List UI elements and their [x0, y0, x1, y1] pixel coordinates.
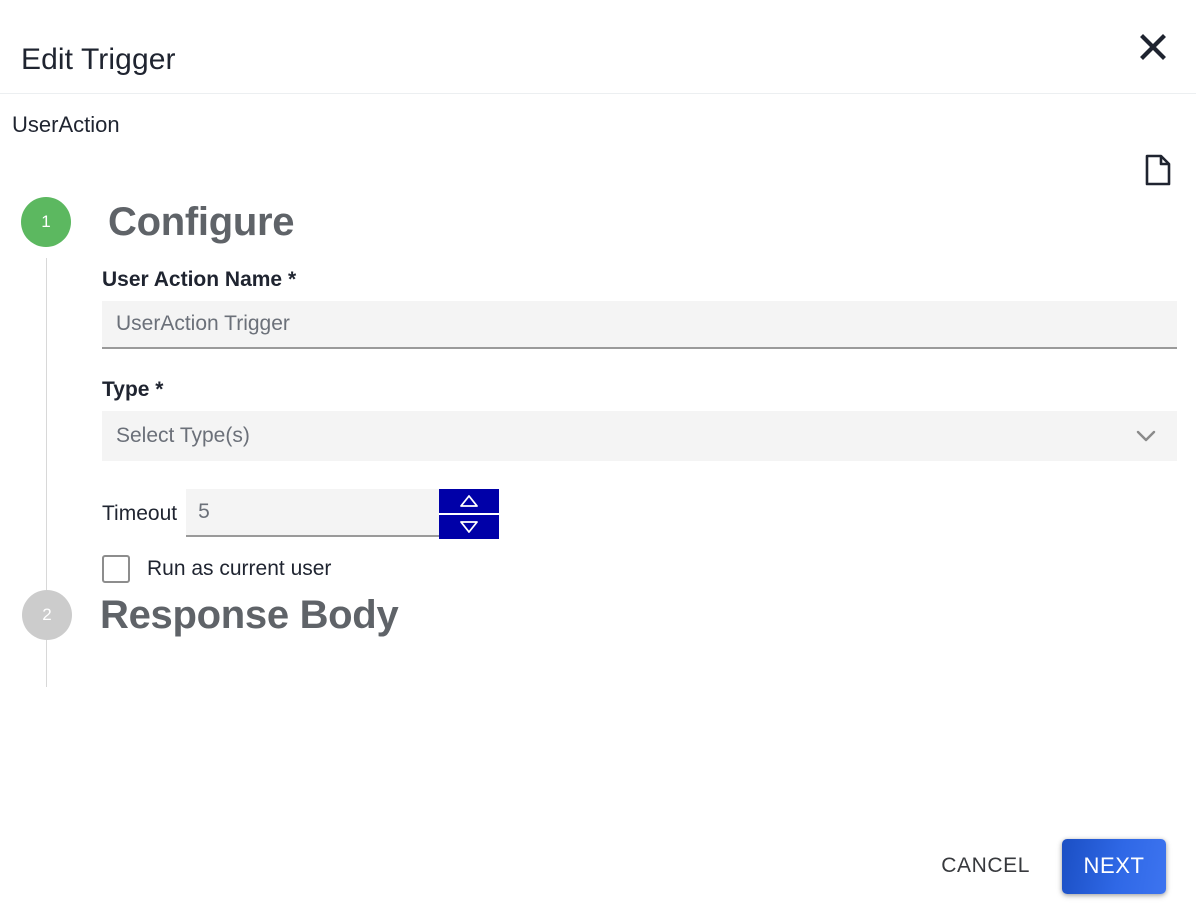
step-label-configure: Configure — [108, 200, 295, 244]
trigger-name: UserAction — [12, 112, 120, 137]
timeout-decrement-button[interactable] — [439, 515, 500, 539]
timeout-input[interactable] — [186, 489, 440, 537]
type-field-block: Type * Select Type(s) — [102, 377, 1196, 461]
next-button[interactable]: NEXT — [1062, 838, 1166, 894]
run-as-current-user-row: Run as current user — [102, 555, 1196, 583]
user-action-name-label: User Action Name * — [102, 268, 297, 291]
triangle-up-icon — [458, 494, 480, 508]
edit-trigger-dialog: Edit Trigger UserAction 1 Configure User… — [0, 0, 1196, 916]
chevron-down-icon[interactable] — [1133, 423, 1159, 449]
document-icon — [1144, 154, 1172, 186]
run-as-current-user-label: Run as current user — [147, 557, 332, 580]
type-select-value[interactable]: Select Type(s) — [102, 411, 1177, 461]
page-title: Edit Trigger — [21, 43, 176, 76]
timeout-label: Timeout — [102, 502, 178, 525]
timeout-stepper — [186, 489, 500, 539]
triangle-down-icon — [458, 520, 480, 534]
step-configure[interactable]: 1 Configure — [21, 196, 1196, 248]
close-button[interactable] — [1128, 22, 1178, 72]
timeout-spinner-buttons — [439, 489, 500, 539]
step-badge-1: 1 — [21, 197, 71, 247]
timeout-increment-button[interactable] — [439, 489, 500, 515]
document-button[interactable] — [1138, 150, 1178, 190]
close-icon — [1137, 31, 1169, 63]
document-icon-row — [0, 148, 1196, 196]
dialog-footer: CANCEL NEXT — [0, 816, 1196, 916]
user-action-name-field-block: User Action Name * — [102, 267, 1196, 349]
step-response-body[interactable]: 2 Response Body — [22, 589, 1196, 641]
dialog-header: Edit Trigger — [0, 0, 1196, 94]
step-number-1: 1 — [41, 212, 51, 231]
timeout-row: Timeout — [102, 489, 1196, 539]
run-as-current-user-checkbox[interactable] — [102, 555, 130, 583]
cancel-button[interactable]: CANCEL — [931, 842, 1040, 890]
trigger-subtitle-bar: UserAction — [0, 94, 1196, 148]
step-badge-2: 2 — [22, 590, 72, 640]
configure-step-content: User Action Name * Type * Select Type(s)… — [0, 248, 1196, 583]
type-select[interactable]: Select Type(s) — [102, 411, 1177, 461]
stepper: 1 Configure User Action Name * Type * Se… — [0, 196, 1196, 687]
step-label-response-body: Response Body — [100, 593, 399, 637]
step-number-2: 2 — [42, 605, 52, 624]
type-label: Type * — [102, 378, 164, 401]
user-action-name-input[interactable] — [102, 301, 1177, 349]
